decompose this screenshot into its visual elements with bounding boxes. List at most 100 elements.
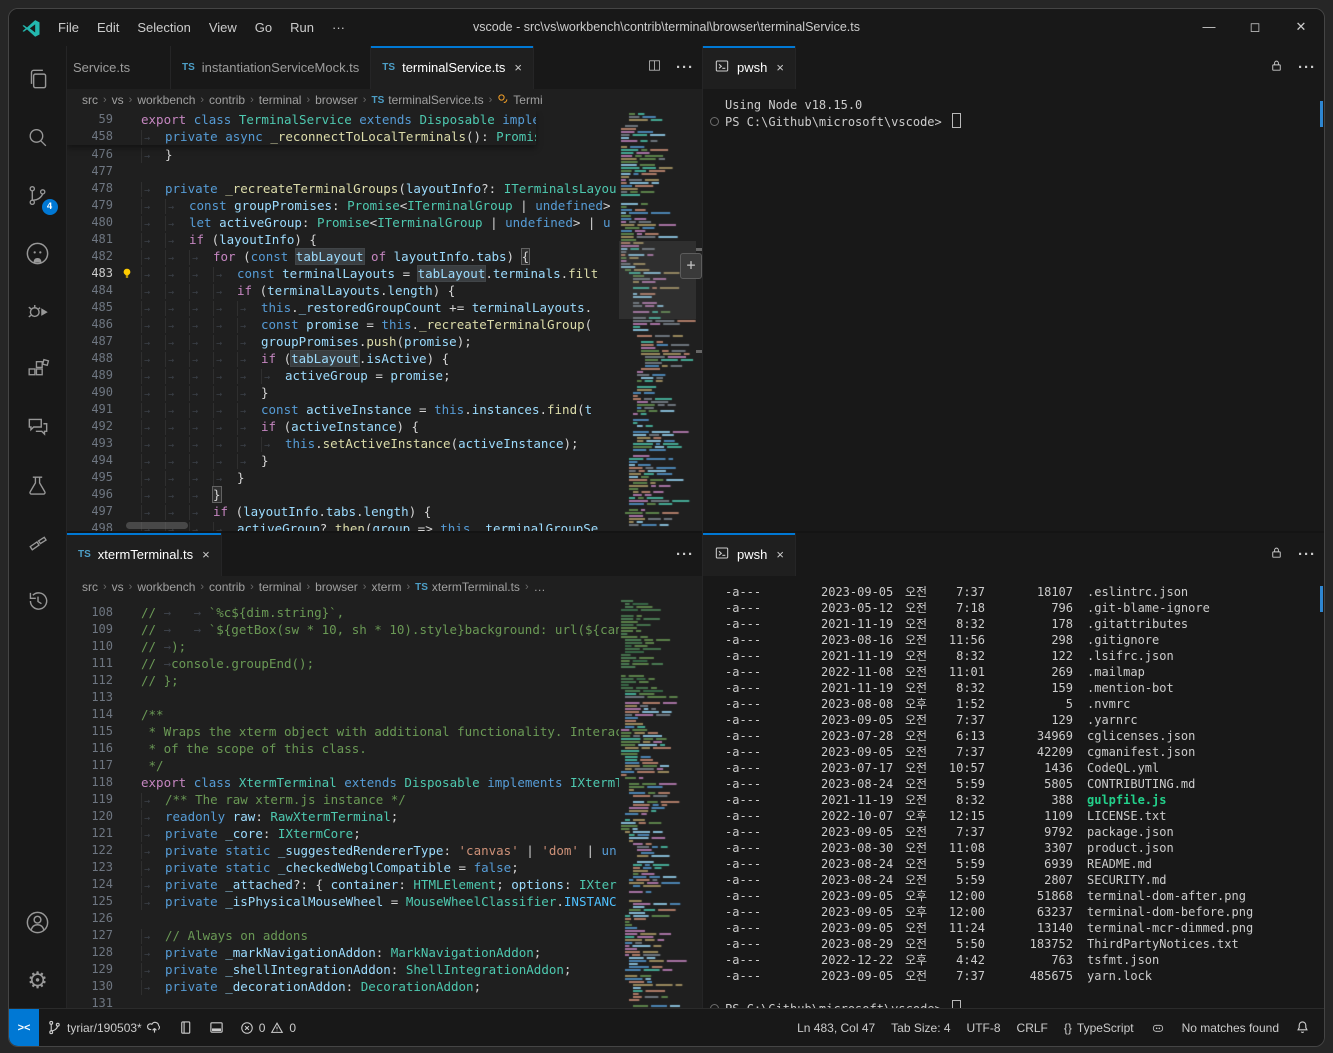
tab-size-status[interactable]: Tab Size: 4 — [883, 1009, 958, 1046]
breadcrumb-item-vs[interactable]: vs — [112, 93, 124, 107]
menu-item-[interactable]: ··· — [323, 10, 354, 46]
code-text: →→→→→const promise = this._recreateTermi… — [141, 316, 619, 333]
tab-pwsh[interactable]: pwsh × — [703, 533, 796, 576]
token: IXter — [579, 877, 617, 892]
breadcrumb-item-xtermTerminal.ts[interactable]: TSxtermTerminal.ts — [415, 580, 520, 594]
breadcrumb-item-[interactable]: … — [534, 580, 546, 594]
gear-icon: ⚙ — [27, 969, 48, 992]
notebook-status[interactable] — [170, 1009, 201, 1046]
lightbulb-icon[interactable] — [113, 265, 141, 282]
tab-terminalService.ts[interactable]: TSterminalService.ts× — [371, 46, 534, 89]
publish-changes-icon — [147, 1020, 162, 1035]
menu-item-go[interactable]: Go — [246, 10, 281, 46]
panel-layout-status[interactable] — [201, 1009, 232, 1046]
terminal-output-top[interactable]: Using Node v18.15.0PS C:\Github\microsof… — [703, 89, 1324, 531]
source-control-icon[interactable]: 4 — [9, 166, 67, 224]
more-actions-icon[interactable]: ··· — [1298, 546, 1316, 563]
close-button[interactable]: ✕ — [1278, 9, 1324, 46]
token: : — [255, 809, 270, 824]
remote-indicator[interactable]: >< — [9, 1009, 39, 1046]
token: filt — [568, 266, 598, 281]
file-list-row: -a---2023-09-05오전7:37129.yarnrc — [703, 712, 1324, 728]
file-list-row: -a---2023-09-05오전11:2413140terminal-mcr-… — [703, 920, 1324, 936]
token: this — [285, 436, 315, 451]
cursor-position-status[interactable]: Ln 483, Col 47 — [789, 1009, 883, 1046]
more-actions-icon[interactable]: ··· — [1298, 59, 1316, 76]
breadcrumb-item-terminal[interactable]: terminal — [259, 93, 302, 107]
file-time: 8:32 — [941, 792, 985, 808]
misc-extension-icon[interactable] — [9, 514, 67, 572]
close-icon[interactable]: × — [776, 547, 784, 562]
breadcrumb-item-workbench[interactable]: workbench — [137, 580, 195, 594]
scrollbar-mark[interactable] — [1320, 101, 1323, 127]
code-area[interactable]: 108// → → `%c${dim.string}`,109// → → `$… — [67, 598, 619, 1009]
code-area[interactable]: 476→}477478→private _recreateTerminalGro… — [67, 111, 619, 531]
encoding-status[interactable]: UTF-8 — [959, 1009, 1009, 1046]
file-list-row: -a---2023-09-05오전7:37485675yarn.lock — [703, 968, 1324, 984]
close-icon[interactable]: × — [514, 60, 522, 75]
settings-gear-icon[interactable]: ⚙ — [9, 951, 67, 1009]
menu-item-file[interactable]: File — [49, 10, 88, 46]
minimap[interactable] — [619, 598, 696, 1009]
lock-icon[interactable] — [1269, 58, 1284, 78]
timeline-icon[interactable] — [9, 572, 67, 630]
breadcrumb-item-vs[interactable]: vs — [112, 580, 124, 594]
tab-Service.ts[interactable]: Service.ts — [67, 46, 171, 89]
horizontal-scrollbar[interactable] — [126, 522, 188, 529]
token: } — [237, 470, 245, 485]
minimize-button[interactable]: — — [1186, 9, 1232, 46]
tab-xtermTerminal.ts[interactable]: TSxtermTerminal.ts× — [67, 533, 222, 576]
close-icon[interactable]: × — [202, 547, 210, 562]
lock-icon[interactable] — [1269, 545, 1284, 565]
problems-status[interactable]: 0 0 — [232, 1009, 304, 1046]
breadcrumb-item-src[interactable]: src — [82, 580, 98, 594]
scrollbar-mark[interactable] — [1320, 586, 1323, 612]
maximize-button[interactable]: ◻ — [1232, 9, 1278, 46]
breadcrumb-item-Termi[interactable]: Termi — [497, 93, 542, 108]
eol-status[interactable]: CRLF — [1009, 1009, 1056, 1046]
breadcrumb-item-contrib[interactable]: contrib — [209, 93, 245, 107]
breadcrumb-item-browser[interactable]: browser — [315, 93, 358, 107]
breadcrumb-item-src[interactable]: src — [82, 93, 98, 107]
breadcrumb-item-terminal[interactable]: terminal — [259, 580, 302, 594]
more-actions-icon[interactable]: ··· — [676, 59, 694, 76]
breadcrumb-item-contrib[interactable]: contrib — [209, 580, 245, 594]
explorer-icon[interactable] — [9, 50, 67, 108]
line-number: 489 — [67, 367, 113, 384]
file-size: 485675 — [985, 968, 1073, 984]
notifications-status[interactable] — [1287, 1009, 1318, 1046]
tab-label: pwsh — [737, 547, 767, 562]
run-debug-icon[interactable] — [9, 282, 67, 340]
testing-icon[interactable] — [9, 456, 67, 514]
menu-item-run[interactable]: Run — [281, 10, 323, 46]
comments-icon[interactable] — [9, 398, 67, 456]
menu-item-selection[interactable]: Selection — [128, 10, 199, 46]
tab-pwsh[interactable]: pwsh× — [703, 46, 796, 89]
branch-status[interactable]: tyriar/190503* — [39, 1009, 170, 1046]
minimap[interactable] — [619, 111, 696, 531]
file-name: CONTRIBUTING.md — [1087, 776, 1195, 792]
github-icon[interactable] — [9, 224, 67, 282]
more-actions-icon[interactable]: ··· — [676, 546, 694, 563]
copilot-status[interactable] — [1142, 1009, 1174, 1046]
breadcrumb-item-xterm[interactable]: xterm — [371, 580, 401, 594]
search-icon[interactable] — [9, 108, 67, 166]
tab-instantiationServiceMock.ts[interactable]: TSinstantiationServiceMock.ts — [171, 46, 371, 89]
breadcrumb-item-workbench[interactable]: workbench — [137, 93, 195, 107]
close-icon[interactable]: × — [776, 60, 784, 75]
command-decoration-icon[interactable] — [710, 117, 719, 126]
language-status[interactable]: {} TypeScript — [1056, 1009, 1142, 1046]
fold-plus-button[interactable]: + — [680, 253, 702, 279]
token: ( — [396, 334, 404, 349]
status-bar: >< tyriar/190503* — [9, 1008, 1324, 1046]
account-icon[interactable] — [9, 893, 67, 951]
split-editor-icon[interactable] — [647, 58, 662, 78]
breadcrumb-item-browser[interactable]: browser — [315, 580, 358, 594]
terminal-output-bottom[interactable]: -a---2023-09-05오전7:3718107.eslintrc.json… — [703, 576, 1324, 1009]
code-text: export class TerminalService extends Dis… — [141, 111, 536, 128]
extensions-icon[interactable] — [9, 340, 67, 398]
indent-guide: → — [165, 216, 189, 231]
menu-item-edit[interactable]: Edit — [88, 10, 128, 46]
breadcrumb-item-terminalService.ts[interactable]: TSterminalService.ts — [371, 93, 483, 107]
menu-item-view[interactable]: View — [200, 10, 246, 46]
